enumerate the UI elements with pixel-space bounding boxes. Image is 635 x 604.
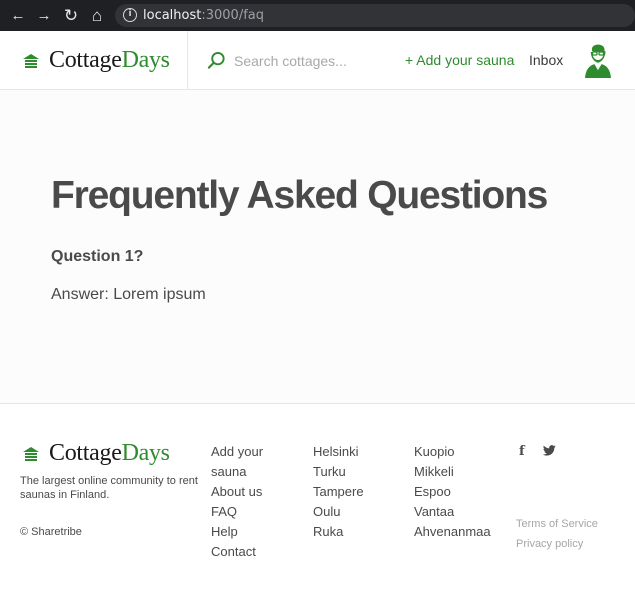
site-info-icon[interactable]: i	[123, 8, 137, 22]
address-bar-url: localhost:3000/faq	[143, 8, 264, 23]
inbox-link[interactable]: Inbox	[529, 52, 563, 68]
footer-link-item: Turku	[313, 462, 393, 482]
logo-cottage: Cottage	[49, 47, 122, 73]
footer-link-item: Tampere	[313, 482, 393, 502]
footer-link-item: Help	[211, 522, 291, 542]
footer-link-item: Mikkeli	[414, 462, 514, 482]
footer-link-mikkeli[interactable]: Mikkeli	[414, 464, 454, 479]
cottage-icon	[23, 446, 39, 461]
browser-toolbar: ← → ↻ ⌂ i localhost:3000/faq	[0, 0, 635, 31]
forward-arrow-icon[interactable]: →	[34, 6, 54, 26]
footer-description: The largest online community to rent sau…	[20, 475, 198, 501]
footer-link-ahvenanmaa[interactable]: Ahvenanmaa	[414, 524, 491, 539]
footer-link-vantaa[interactable]: Vantaa	[414, 504, 454, 519]
logo-days: Days	[121, 47, 170, 73]
footer-link-add-sauna[interactable]: Add your sauna	[211, 444, 263, 479]
footer-link-item: About us	[211, 482, 291, 502]
footer-link-espoo[interactable]: Espoo	[414, 484, 451, 499]
header-logo[interactable]: CottageDays	[22, 47, 170, 74]
home-icon[interactable]: ⌂	[87, 6, 107, 26]
address-bar[interactable]: i localhost:3000/faq	[115, 4, 635, 27]
footer-link-kuopio[interactable]: Kuopio	[414, 444, 454, 459]
footer-link-helsinki[interactable]: Helsinki	[313, 444, 359, 459]
reload-icon[interactable]: ↻	[61, 6, 81, 26]
faq-question: Question 1?	[51, 248, 144, 265]
logo-wordmark: CottageDays	[49, 47, 170, 74]
footer-copyright: © Sharetribe	[20, 526, 82, 538]
twitter-icon[interactable]	[543, 445, 556, 456]
footer-logo[interactable]: CottageDays	[22, 440, 170, 467]
privacy-policy-link[interactable]: Privacy policy	[516, 534, 598, 554]
footer-logo-cottage: Cottage	[49, 440, 122, 466]
footer-logo-wordmark: CottageDays	[49, 440, 170, 467]
search-form	[207, 51, 394, 70]
footer-link-item: Contact	[211, 542, 291, 562]
footer-links-cities-2: Kuopio Mikkeli Espoo Vantaa Ahvenanmaa	[414, 442, 514, 542]
footer-link-tampere[interactable]: Tampere	[313, 484, 364, 499]
search-icon[interactable]	[207, 51, 226, 70]
footer-links-cities-1: Helsinki Turku Tampere Oulu Ruka	[313, 442, 393, 542]
footer-link-help[interactable]: Help	[211, 524, 238, 539]
search-input[interactable]	[234, 52, 394, 69]
footer-link-item: FAQ	[211, 502, 291, 522]
footer-link-oulu[interactable]: Oulu	[313, 504, 340, 519]
back-arrow-icon[interactable]: ←	[8, 6, 28, 26]
page-title: Frequently Asked Questions	[51, 174, 548, 217]
footer-link-item: Oulu	[313, 502, 393, 522]
topbar: CottageDays + Add your sauna Inbox	[0, 31, 635, 90]
footer-link-contact[interactable]: Contact	[211, 544, 256, 559]
avatar[interactable]	[583, 42, 613, 78]
footer-link-item: Vantaa	[414, 502, 514, 522]
faq-answer: Answer: Lorem ipsum	[51, 286, 206, 303]
cottage-icon	[23, 53, 39, 68]
footer-link-ruka[interactable]: Ruka	[313, 524, 343, 539]
topbar-divider	[187, 31, 188, 90]
footer-links-site: Add your sauna About us FAQ Help Contact	[211, 442, 291, 562]
facebook-icon[interactable]: f	[519, 444, 525, 459]
url-path: :3000/faq	[201, 8, 264, 23]
legal-links: Terms of Service Privacy policy	[516, 514, 598, 554]
terms-of-service-link[interactable]: Terms of Service	[516, 514, 598, 534]
footer-link-about[interactable]: About us	[211, 484, 262, 499]
footer-link-item: Add your sauna	[211, 442, 291, 482]
url-host: localhost	[143, 8, 202, 23]
footer-link-item: Ahvenanmaa	[414, 522, 514, 542]
footer-link-faq[interactable]: FAQ	[211, 504, 237, 519]
main-content: Frequently Asked Questions Question 1? A…	[0, 90, 635, 403]
footer-logo-days: Days	[121, 440, 170, 466]
footer-link-item: Kuopio	[414, 442, 514, 462]
footer-link-turku[interactable]: Turku	[313, 464, 346, 479]
footer: CottageDays The largest online community…	[0, 403, 635, 604]
footer-link-item: Ruka	[313, 522, 393, 542]
add-sauna-link[interactable]: + Add your sauna	[405, 52, 514, 68]
footer-link-item: Espoo	[414, 482, 514, 502]
footer-link-item: Helsinki	[313, 442, 393, 462]
